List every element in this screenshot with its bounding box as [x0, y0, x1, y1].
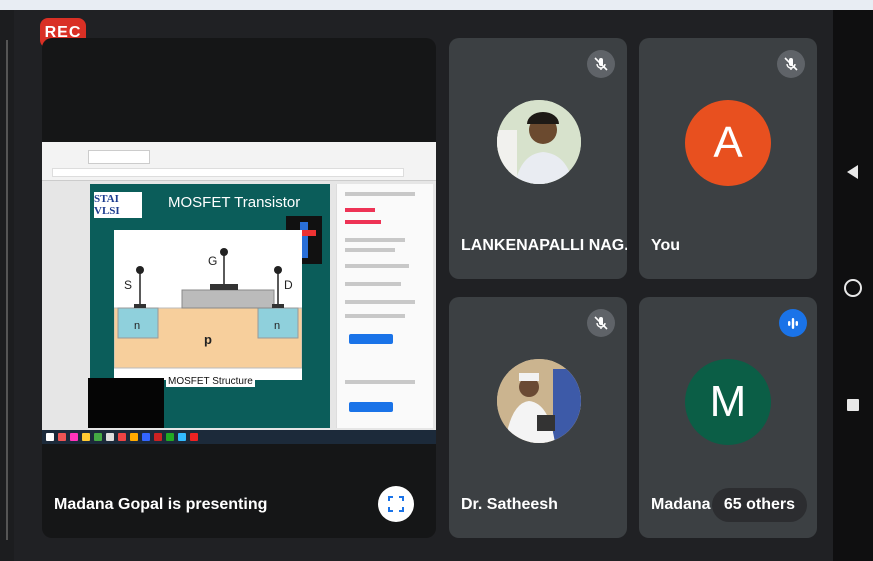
avatar: A	[685, 100, 771, 186]
browser-tab	[88, 150, 150, 164]
gate-label: G	[208, 254, 218, 268]
slide-title: MOSFET Transistor	[168, 194, 301, 211]
fullscreen-icon	[388, 496, 404, 512]
shared-screen: STAI VLSI MOSFET Transistor S G D n n p …	[42, 142, 436, 444]
back-button[interactable]	[843, 162, 863, 182]
speaking-indicator	[779, 309, 807, 337]
mic-off-icon	[784, 57, 798, 71]
mosfet-structure-diagram	[113, 248, 303, 369]
presenting-status: Madana Gopal is presenting	[54, 496, 268, 513]
avatar-photo	[497, 100, 581, 184]
others-chip[interactable]: 65 others	[711, 488, 807, 522]
system-nav-bar	[833, 10, 873, 561]
presentation-tile[interactable]: STAI VLSI MOSFET Transistor S G D n n p …	[42, 38, 436, 538]
presenter-thumbnail	[88, 378, 164, 428]
avatar	[497, 100, 581, 184]
participant-name: Dr. Satheesh	[461, 496, 558, 513]
top-edge	[0, 0, 873, 10]
recents-button[interactable]	[843, 395, 863, 415]
fullscreen-button[interactable]	[378, 486, 414, 522]
left-edge	[0, 10, 14, 561]
edge-line	[6, 40, 8, 540]
back-icon	[847, 165, 858, 179]
substrate-label: p	[204, 332, 212, 347]
drain-label: D	[284, 278, 293, 292]
speaking-indicator-icon	[788, 318, 798, 329]
avatar	[497, 359, 581, 443]
source-label: S	[124, 278, 133, 292]
slide-subtitle: MOSFET Structure	[166, 376, 255, 387]
participant-tile[interactable]: M Madana G 65 others	[639, 297, 817, 538]
n-left-label: n	[134, 320, 141, 332]
mic-off-indicator	[587, 50, 615, 78]
recents-icon	[847, 399, 859, 411]
mic-off-indicator	[777, 50, 805, 78]
address-bar	[52, 168, 404, 177]
home-icon	[844, 279, 862, 297]
taskbar	[42, 430, 436, 444]
mic-off-icon	[594, 57, 608, 71]
browser-chrome	[42, 142, 436, 181]
avatar: M	[685, 359, 771, 445]
mic-off-icon	[594, 316, 608, 330]
participant-name: You	[651, 237, 681, 254]
slide-logo: STAI VLSI	[94, 192, 142, 218]
participant-tile-self[interactable]: A You	[639, 38, 817, 279]
mosfet-diagram: S G D n n p	[113, 230, 303, 380]
participant-tile[interactable]: Dr. Satheesh	[449, 297, 627, 538]
n-right-label: n	[274, 320, 281, 332]
participant-name: LANKENAPALLI NAG...	[461, 237, 627, 254]
side-panel	[336, 184, 433, 428]
mic-off-indicator	[587, 309, 615, 337]
avatar-photo	[497, 359, 581, 443]
home-button[interactable]	[843, 278, 863, 298]
participant-tile[interactable]: LANKENAPALLI NAG...	[449, 38, 627, 279]
